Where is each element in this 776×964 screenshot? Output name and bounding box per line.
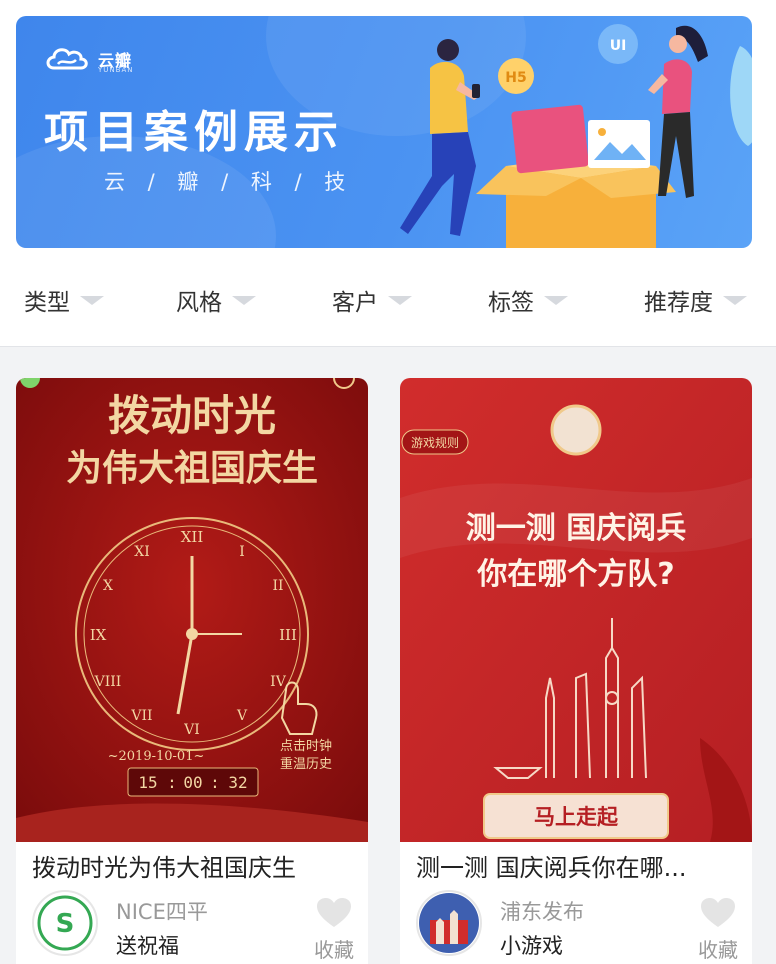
- publisher-seal-icon: [550, 404, 602, 456]
- man-figure: [430, 61, 468, 134]
- filter-style[interactable]: 风格: [156, 268, 308, 332]
- poster-title-line2: 你在哪个方队?: [476, 557, 674, 592]
- time-seconds: 32: [228, 773, 247, 792]
- svg-text:III: III: [279, 626, 297, 644]
- author-avatar[interactable]: [416, 890, 482, 956]
- filter-bar: 类型 风格 客户 标签 推荐度: [0, 268, 776, 332]
- author-avatar[interactable]: S: [32, 890, 98, 956]
- case-title[interactable]: 拨动时光为伟大祖国庆生: [32, 848, 362, 883]
- svg-text:X: X: [103, 578, 113, 594]
- game-rules-tag: 游戏规则: [411, 435, 459, 450]
- poster-date: ~2019-10-01~: [108, 749, 205, 764]
- caret-down-icon: [80, 295, 104, 305]
- filter-label: 标签: [488, 290, 534, 316]
- svg-text:S: S: [56, 909, 75, 939]
- svg-text::: :: [167, 773, 177, 792]
- svg-text:II: II: [272, 578, 283, 594]
- case-card[interactable]: 游戏规则 测一测 国庆阅兵 你在哪个方队? 马上走起 测一测 国庆阅兵你在哪..…: [400, 378, 752, 964]
- caret-down-icon: [388, 295, 412, 305]
- cloud-logo-icon: [46, 48, 88, 70]
- case-title[interactable]: 测一测 国庆阅兵你在哪...: [416, 848, 746, 883]
- banner-illustration: H5 UI: [400, 24, 752, 248]
- heart-icon: [701, 898, 735, 927]
- svg-text:XI: XI: [134, 544, 150, 560]
- ui-badge: UI: [610, 38, 627, 54]
- favorite-label: 收藏: [698, 938, 738, 962]
- nice-siping-logo-icon: S: [37, 895, 93, 951]
- favorite-label: 收藏: [314, 938, 354, 962]
- poster-title-line1: 测一测 国庆阅兵: [466, 511, 686, 546]
- leaf-decoration: [730, 46, 752, 146]
- svg-text:VI: VI: [183, 722, 200, 738]
- caret-down-icon: [232, 295, 256, 305]
- filter-label: 类型: [24, 290, 70, 316]
- poster-title-line2: 为伟大祖国庆生: [66, 447, 318, 489]
- case-category: 送祝福: [116, 934, 179, 958]
- author-name[interactable]: NICE四平: [116, 896, 208, 926]
- case-card[interactable]: 拨动时光 为伟大祖国庆生 XII I II III IV V VI VII VI…: [16, 378, 368, 964]
- pudong-release-logo-icon: [419, 893, 479, 953]
- top-area: 云瓣 YUNBAN 项目案例展示 云 / 瓣 / 科 / 技 H5 UI 类型 …: [0, 0, 776, 346]
- case-poster-image[interactable]: 游戏规则 测一测 国庆阅兵 你在哪个方队? 马上走起: [400, 378, 752, 842]
- project-showcase-banner[interactable]: 云瓣 YUNBAN 项目案例展示 云 / 瓣 / 科 / 技 H5 UI: [16, 16, 752, 248]
- favorite-button[interactable]: 收藏: [698, 898, 738, 963]
- poster-hint-line1: 点击时钟: [280, 738, 332, 754]
- poster-title-line1: 拨动时光: [108, 391, 276, 440]
- svg-text:VIII: VIII: [94, 674, 122, 690]
- brand-subtext: YUNBAN: [98, 66, 134, 74]
- caret-down-icon: [544, 295, 568, 305]
- svg-text:IX: IX: [90, 626, 107, 644]
- time-minutes: 00: [183, 773, 202, 792]
- poster-hint-line2: 重温历史: [280, 756, 332, 772]
- caret-down-icon: [723, 295, 747, 305]
- h5-badge: H5: [505, 70, 526, 86]
- svg-text::: :: [210, 773, 220, 792]
- svg-text:IV: IV: [270, 674, 287, 690]
- go-now-label: 马上走起: [534, 805, 619, 829]
- svg-text:I: I: [239, 544, 245, 560]
- favorite-button[interactable]: 收藏: [314, 898, 354, 963]
- case-category: 小游戏: [500, 934, 563, 958]
- filter-client[interactable]: 客户: [308, 268, 464, 332]
- filter-label: 客户: [332, 290, 378, 316]
- banner-subtitle: 云 / 瓣 / 科 / 技: [104, 170, 354, 194]
- author-name[interactable]: 浦东发布: [500, 896, 584, 926]
- filter-label: 推荐度: [644, 290, 713, 316]
- banner-title: 项目案例展示: [44, 107, 344, 158]
- filter-type[interactable]: 类型: [0, 268, 156, 332]
- time-hours: 15: [138, 773, 157, 792]
- svg-text:VII: VII: [130, 708, 152, 724]
- svg-text:V: V: [236, 708, 248, 724]
- filter-recommend[interactable]: 推荐度: [620, 268, 776, 332]
- case-poster-image[interactable]: 拨动时光 为伟大祖国庆生 XII I II III IV V VI VII VI…: [16, 378, 368, 842]
- divider: [0, 346, 776, 347]
- svg-text:XII: XII: [181, 528, 204, 546]
- heart-icon: [317, 898, 351, 927]
- filter-tag[interactable]: 标签: [464, 268, 620, 332]
- filter-label: 风格: [176, 290, 222, 316]
